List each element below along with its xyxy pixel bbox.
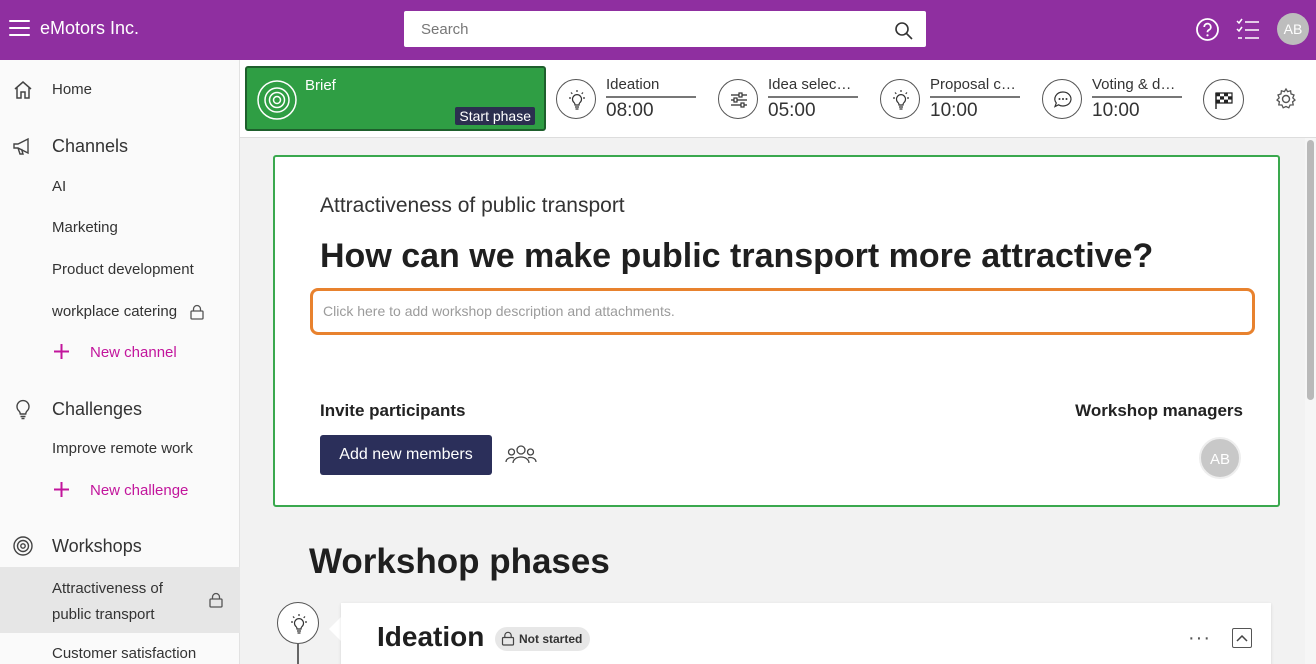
phase-name: Idea selec…: [768, 76, 852, 93]
phase-time: 10:00: [930, 100, 978, 121]
lightbulb-icon: [556, 79, 596, 119]
phase-name: Ideation: [606, 76, 660, 93]
sidebar-section-channels[interactable]: Channels: [0, 125, 240, 165]
phase-time: 08:00: [606, 100, 654, 121]
section-title: Workshops: [52, 536, 142, 556]
search-icon[interactable]: [894, 21, 914, 41]
workshop-managers-label: Workshop managers: [1075, 401, 1243, 420]
sidebar-item-home[interactable]: Home: [0, 69, 240, 109]
menu-icon[interactable]: [9, 19, 30, 37]
task-list-icon[interactable]: [1236, 17, 1260, 41]
sliders-icon: [718, 79, 758, 119]
invite-participants-label: Invite participants: [320, 401, 466, 420]
sidebar-item-label: Marketing: [52, 219, 118, 236]
phase-bar: Brief Start phase Ideation 08:00 Idea se…: [240, 60, 1316, 138]
sidebar-section-workshops[interactable]: Workshops: [0, 525, 240, 565]
lightbulb-icon: [277, 602, 319, 644]
phase-brief[interactable]: Brief Start phase: [245, 66, 546, 131]
sidebar-item-label: Home: [52, 81, 93, 98]
sidebar-item-label: Improve remote work: [52, 440, 193, 457]
more-options-button[interactable]: ···: [1188, 627, 1211, 650]
target-icon: [13, 536, 33, 556]
phase-divider: [606, 96, 696, 98]
status-text: Not started: [519, 632, 583, 646]
phase-time: 05:00: [768, 100, 816, 121]
gear-icon[interactable]: [1274, 87, 1298, 111]
chevron-up-icon: [1236, 634, 1248, 642]
sidebar-item-label: AI: [52, 178, 67, 195]
timeline-connector: [297, 644, 299, 664]
sidebar-item-label: Customer satisfaction: [52, 645, 197, 662]
sidebar-section-challenges[interactable]: Challenges: [0, 388, 240, 428]
lightbulb-icon: [880, 79, 920, 119]
add-new-members-button[interactable]: Add new members: [320, 435, 492, 475]
sidebar-item-marketing[interactable]: Marketing: [0, 207, 240, 247]
phase-name: Voting & d…: [1092, 76, 1176, 93]
collapse-button[interactable]: [1232, 628, 1252, 648]
lock-icon: [501, 631, 515, 646]
plus-icon: [54, 344, 69, 359]
section-title: Channels: [52, 136, 129, 156]
sidebar-item-attractiveness-of-public-transport[interactable]: Attractiveness of public transport: [0, 567, 240, 633]
new-channel-button[interactable]: New channel: [0, 332, 240, 372]
chat-icon: [1042, 79, 1082, 119]
phase-card-title: Ideation: [377, 621, 485, 652]
group-icon[interactable]: [505, 443, 537, 467]
description-placeholder: Click here to add workshop description a…: [323, 303, 675, 319]
lock-icon: [209, 592, 223, 608]
sidebar-item-ai[interactable]: AI: [0, 166, 240, 206]
phase-label: Brief: [305, 77, 336, 94]
lock-icon: [190, 304, 204, 320]
workshop-brief-card: Attractiveness of public transport How c…: [273, 155, 1280, 507]
manager-avatar[interactable]: AB: [1199, 437, 1241, 479]
phase-name: Proposal c…: [930, 76, 1016, 93]
workshop-title[interactable]: How can we make public transport more at…: [320, 237, 1153, 276]
user-avatar[interactable]: AB: [1277, 13, 1309, 45]
workshop-phases-heading: Workshop phases: [309, 542, 610, 581]
workshop-description-field[interactable]: Click here to add workshop description a…: [310, 288, 1255, 335]
sidebar-item-product-development[interactable]: Product development: [0, 249, 240, 289]
search-box: [404, 11, 926, 47]
sidebar-item-label: Attractiveness of public transport: [52, 580, 163, 623]
new-challenge-label: New challenge: [90, 482, 189, 499]
plus-icon: [54, 482, 69, 497]
phase-divider: [930, 96, 1020, 98]
target-icon: [257, 80, 297, 120]
sidebar-item-improve-remote-work[interactable]: Improve remote work: [0, 428, 240, 468]
help-icon[interactable]: [1195, 17, 1220, 42]
workshop-subtitle: Attractiveness of public transport: [320, 194, 625, 217]
app-title: eMotors Inc.: [40, 18, 140, 38]
lightbulb-icon: [16, 399, 30, 420]
sidebar-item-label: workplace catering: [52, 303, 178, 320]
phase-divider: [1092, 96, 1182, 98]
finish-flag-button[interactable]: [1203, 79, 1244, 120]
checkered-flag-icon: [1215, 92, 1233, 109]
search-input[interactable]: [404, 11, 884, 47]
main-content: Attractiveness of public transport How c…: [241, 138, 1305, 664]
phase-divider: [768, 96, 858, 98]
phase-time: 10:00: [1092, 100, 1140, 121]
megaphone-icon: [13, 137, 29, 155]
sidebar-item-customer-satisfaction[interactable]: Customer satisfaction: [0, 633, 240, 664]
top-bar: eMotors Inc. AB: [0, 0, 1316, 60]
status-badge: Not started: [495, 627, 591, 651]
new-channel-label: New channel: [90, 344, 177, 361]
scrollbar-thumb[interactable]: [1307, 140, 1314, 400]
sidebar: Home Channels AI Marketing Product devel…: [0, 60, 240, 664]
sidebar-item-workplace-catering[interactable]: workplace catering: [0, 291, 240, 331]
home-icon: [14, 81, 32, 99]
section-title: Challenges: [52, 399, 143, 419]
new-challenge-button[interactable]: New challenge: [0, 470, 240, 510]
start-phase-button[interactable]: Start phase: [455, 107, 535, 125]
sidebar-item-label: Product development: [52, 261, 194, 278]
phase-card-ideation: Ideation Not started ···: [341, 603, 1271, 664]
